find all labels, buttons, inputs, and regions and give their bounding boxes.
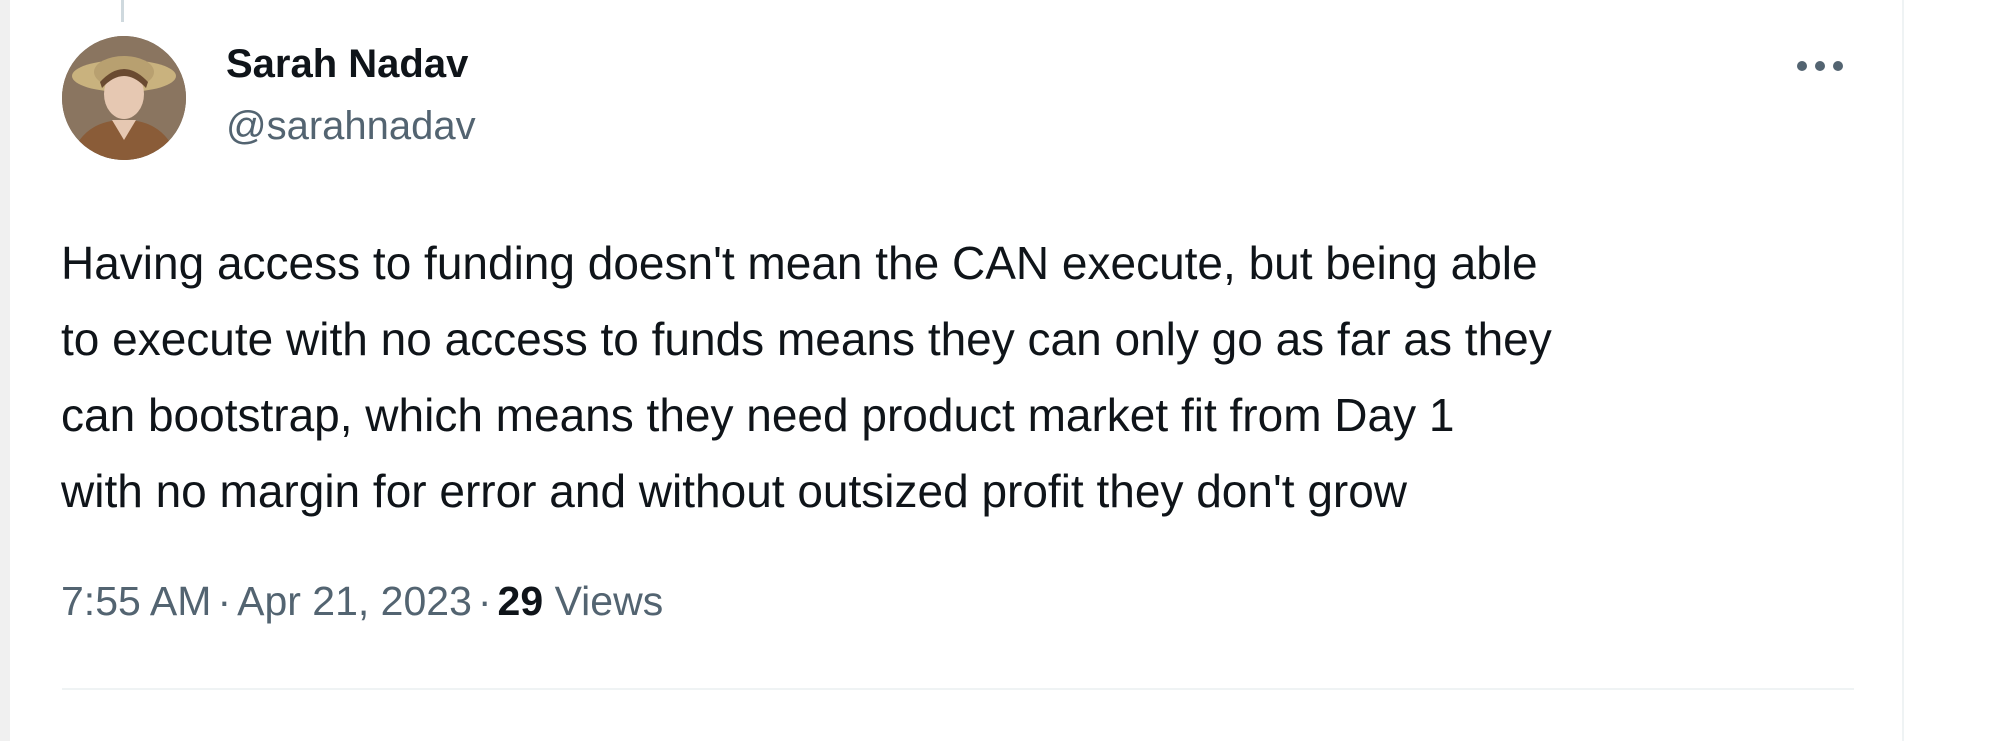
thread-connector-line <box>121 0 124 22</box>
views-label: Views <box>554 578 664 624</box>
right-gutter <box>1904 0 2000 741</box>
author-handle[interactable]: @sarahnadav <box>226 104 476 149</box>
tweet-time[interactable]: 7:55 AM <box>61 578 211 624</box>
left-page-edge <box>0 0 10 741</box>
views-count: 29 <box>497 578 544 624</box>
tweet-date[interactable]: Apr 21, 2023 <box>237 578 472 624</box>
more-horizontal-icon <box>1797 61 1843 71</box>
meta-separator: · <box>217 578 232 624</box>
tweet-text-line: to execute with no access to funds means… <box>61 313 1552 365</box>
author-display-name[interactable]: Sarah Nadav <box>226 42 468 87</box>
user-avatar-icon <box>62 36 186 160</box>
divider <box>62 688 1854 690</box>
tweet-text-line: with no margin for error and without out… <box>61 465 1408 517</box>
meta-separator: · <box>477 578 492 624</box>
tweet-text-line: can bootstrap, which means they need pro… <box>61 389 1455 441</box>
tweet-text: Having access to funding doesn't mean th… <box>61 225 1891 529</box>
tweet-metadata: 7:55 AM · Apr 21, 2023 · 29 Views <box>61 578 663 625</box>
tweet-text-line: Having access to funding doesn't mean th… <box>61 237 1538 289</box>
avatar[interactable] <box>62 36 186 160</box>
more-options-button[interactable] <box>1790 44 1850 88</box>
